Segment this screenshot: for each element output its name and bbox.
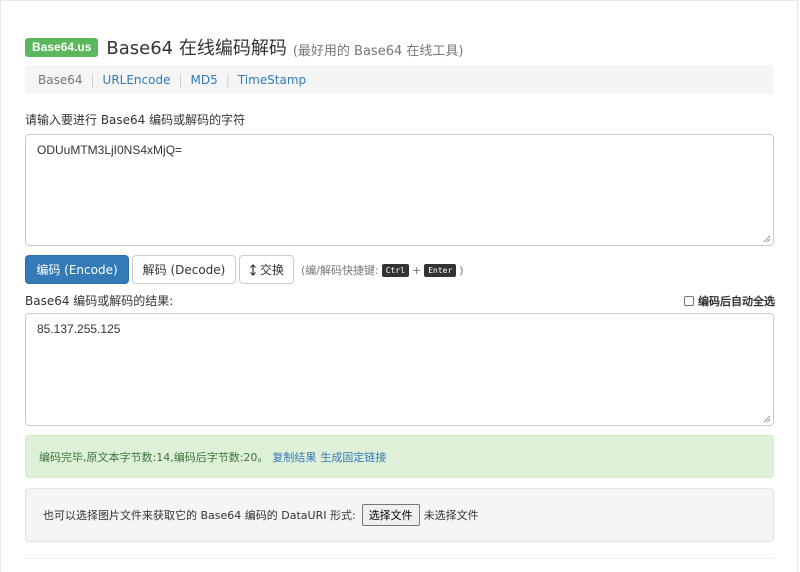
resize-handle-icon[interactable] bbox=[763, 235, 771, 243]
resize-handle-icon[interactable] bbox=[763, 415, 771, 423]
file-prompt: 也可以选择图片文件来获取它的 Base64 编码的 DataURI 形式: bbox=[43, 509, 356, 522]
hint-prefix: (编/解码快捷键: bbox=[301, 264, 379, 277]
site-logo-badge[interactable]: Base64.us bbox=[25, 37, 99, 57]
auto-select-option[interactable]: 编码后自动全选 bbox=[684, 293, 775, 309]
auto-select-checkbox[interactable] bbox=[684, 296, 694, 306]
copy-result-link[interactable]: 复制结果 bbox=[272, 449, 316, 465]
output-label: Base64 编码或解码的结果: bbox=[25, 294, 174, 308]
output-text: 85.137.255.125 bbox=[37, 322, 121, 336]
output-textarea[interactable]: 85.137.255.125 bbox=[25, 313, 774, 426]
status-alert: 编码完毕,原文本字节数:14,编码后字节数:20。 复制结果 生成固定链接 bbox=[25, 435, 774, 478]
input-text: ODUuMTM3LjI0NS4xMjQ= bbox=[37, 143, 183, 157]
swap-label: 交换 bbox=[259, 263, 284, 277]
nav-separator: | bbox=[90, 72, 95, 87]
bottom-divider bbox=[25, 558, 774, 559]
swap-button[interactable]: 交换 bbox=[239, 255, 294, 284]
decode-button[interactable]: 解码 (Decode) bbox=[132, 255, 236, 284]
nav-item-timestamp[interactable]: TimeStamp bbox=[238, 73, 306, 87]
nav-item-md5[interactable]: MD5 bbox=[191, 73, 218, 87]
hint-suffix: ) bbox=[459, 263, 464, 277]
permalink-link[interactable]: 生成固定链接 bbox=[320, 449, 386, 465]
page-title: Base64 在线编码解码 bbox=[106, 38, 287, 59]
choose-file-button[interactable]: 选择文件 bbox=[361, 504, 420, 526]
no-file-text: 未选择文件 bbox=[423, 509, 479, 522]
file-upload-panel: 也可以选择图片文件来获取它的 Base64 编码的 DataURI 形式: 选择… bbox=[25, 488, 774, 542]
page-header: Base64.us Base64 在线编码解码 (最好用的 Base64 在线工… bbox=[25, 34, 463, 60]
nav-separator: | bbox=[225, 72, 230, 87]
status-message: 编码完毕,原文本字节数:14,编码后字节数:20。 bbox=[39, 450, 269, 464]
swap-arrows-icon bbox=[250, 263, 256, 276]
encode-button[interactable]: 编码 (Encode) bbox=[25, 255, 129, 284]
input-textarea[interactable]: ODUuMTM3LjI0NS4xMjQ= bbox=[25, 134, 774, 246]
nav-separator: | bbox=[178, 72, 183, 87]
input-label: 请输入要进行 Base64 编码或解码的字符 bbox=[25, 113, 246, 127]
kbd-enter: Enter bbox=[424, 263, 457, 277]
nav-item-base64[interactable]: Base64 bbox=[38, 73, 83, 87]
page-subtitle: (最好用的 Base64 在线工具) bbox=[292, 43, 464, 59]
tool-nav: Base64 | URLEncode | MD5 | TimeStamp bbox=[25, 65, 774, 94]
shortcut-hint: (编/解码快捷键: Ctrl + Enter ) bbox=[301, 262, 464, 278]
auto-select-label: 编码后自动全选 bbox=[698, 295, 775, 308]
nav-item-urlencode[interactable]: URLEncode bbox=[103, 73, 171, 87]
hint-plus: + bbox=[411, 263, 422, 277]
kbd-ctrl: Ctrl bbox=[381, 263, 409, 277]
